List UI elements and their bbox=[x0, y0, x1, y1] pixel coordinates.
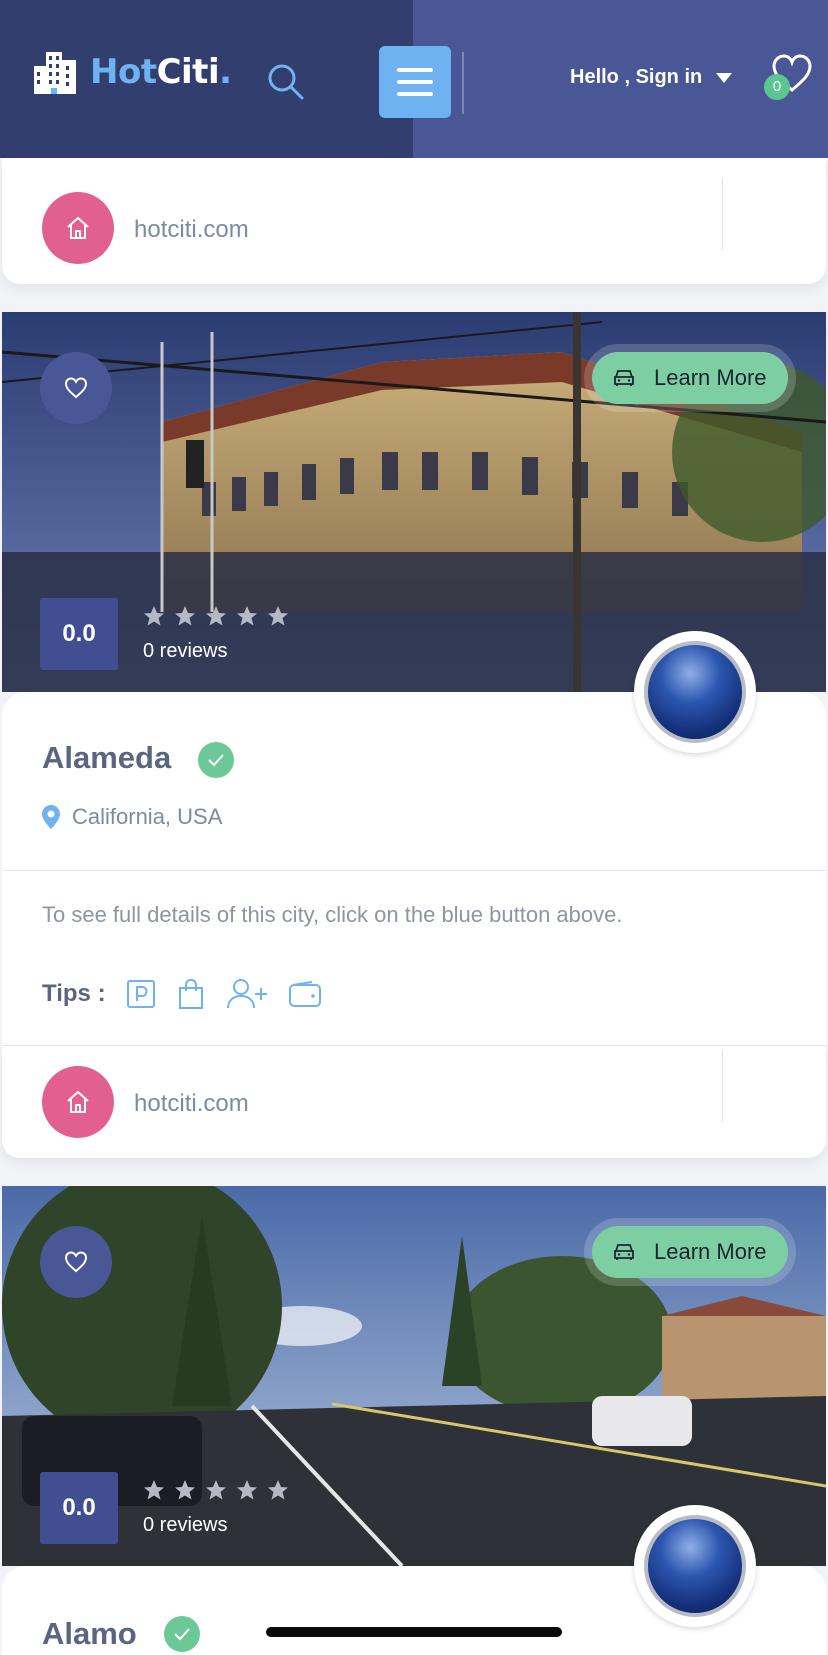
sign-in-dropdown[interactable]: Hello , Sign in bbox=[570, 66, 733, 89]
avatar-image bbox=[644, 1515, 746, 1617]
hamburger-line bbox=[397, 80, 433, 84]
logo-hot: Hot bbox=[90, 52, 157, 92]
footer-divider bbox=[722, 1050, 723, 1122]
star-icon bbox=[175, 606, 195, 626]
learn-more-button[interactable]: Learn More bbox=[592, 1226, 788, 1278]
website-button[interactable] bbox=[42, 192, 114, 264]
learn-more-button[interactable]: Learn More bbox=[592, 352, 788, 404]
star-icon bbox=[206, 1480, 226, 1500]
listing-card-footer: hotciti.com bbox=[2, 1046, 826, 1158]
location-label: California, USA bbox=[72, 804, 223, 829]
menu-button[interactable] bbox=[379, 46, 451, 118]
website-link[interactable]: hotciti.com bbox=[134, 1090, 249, 1118]
search-button[interactable] bbox=[266, 62, 306, 102]
wishlist-count-badge: 0 bbox=[764, 74, 790, 100]
star-icon bbox=[237, 606, 257, 626]
home-indicator[interactable] bbox=[266, 1627, 562, 1637]
home-icon bbox=[67, 217, 89, 239]
city-avatar[interactable] bbox=[634, 631, 756, 753]
star-icon bbox=[206, 606, 226, 626]
parking-icon bbox=[126, 980, 155, 1008]
star-icon bbox=[144, 1480, 164, 1500]
sign-in-label: Hello , Sign in bbox=[570, 66, 703, 88]
logo-dot: . bbox=[219, 52, 232, 92]
heart-icon bbox=[64, 377, 88, 399]
city-building-icon bbox=[34, 52, 76, 94]
star-rating bbox=[142, 604, 290, 628]
home-icon bbox=[67, 1091, 89, 1113]
tips-row: Tips : bbox=[42, 978, 342, 1010]
add-user-icon bbox=[226, 979, 267, 1009]
review-count: 0 reviews bbox=[143, 640, 228, 662]
location: California, USA bbox=[42, 804, 222, 830]
city-avatar[interactable] bbox=[634, 1505, 756, 1627]
heart-icon bbox=[64, 1251, 88, 1273]
car-icon bbox=[614, 1244, 634, 1260]
rating-score: 0.0 bbox=[40, 598, 118, 670]
top-header: HotCiti. Hello , Sign in 0 bbox=[0, 0, 828, 158]
header-divider bbox=[462, 52, 464, 114]
hamburger-line bbox=[397, 68, 433, 72]
favorite-button[interactable] bbox=[40, 1226, 112, 1298]
tips-label: Tips : bbox=[42, 980, 106, 1007]
wallet-icon bbox=[288, 981, 321, 1007]
city-name[interactable]: Alamo bbox=[42, 1616, 137, 1652]
city-name[interactable]: Alameda bbox=[42, 740, 171, 776]
listing-card-footer: hotciti.com bbox=[2, 158, 826, 284]
search-icon bbox=[268, 64, 304, 100]
footer-divider bbox=[722, 178, 723, 250]
card-divider bbox=[2, 870, 826, 871]
logo[interactable]: HotCiti. bbox=[32, 48, 232, 96]
learn-more-label: Learn More bbox=[654, 1239, 767, 1264]
star-icon bbox=[175, 1480, 195, 1500]
star-rating bbox=[142, 1478, 290, 1502]
map-pin-icon bbox=[42, 805, 60, 829]
page: HotCiti. Hello , Sign in 0 hotciti.com L… bbox=[0, 0, 828, 1655]
avatar-image bbox=[644, 641, 746, 743]
hamburger-line bbox=[397, 92, 433, 96]
rating-score: 0.0 bbox=[40, 1472, 118, 1544]
favorite-button[interactable] bbox=[40, 352, 112, 424]
logo-text: HotCiti. bbox=[90, 52, 232, 92]
logo-citi: Citi bbox=[156, 52, 220, 92]
star-icon bbox=[268, 1480, 288, 1500]
verified-icon bbox=[164, 1616, 200, 1652]
review-count: 0 reviews bbox=[143, 1514, 228, 1536]
website-button[interactable] bbox=[42, 1066, 114, 1138]
car-icon bbox=[614, 370, 634, 386]
card-description: To see full details of this city, click … bbox=[42, 902, 623, 927]
verified-icon bbox=[198, 742, 234, 778]
website-link[interactable]: hotciti.com bbox=[134, 216, 249, 244]
star-icon bbox=[144, 606, 164, 626]
star-icon bbox=[237, 1480, 257, 1500]
star-icon bbox=[268, 606, 288, 626]
shopping-bag-icon bbox=[178, 978, 203, 1009]
learn-more-label: Learn More bbox=[654, 365, 767, 390]
caret-down-icon bbox=[716, 72, 733, 83]
